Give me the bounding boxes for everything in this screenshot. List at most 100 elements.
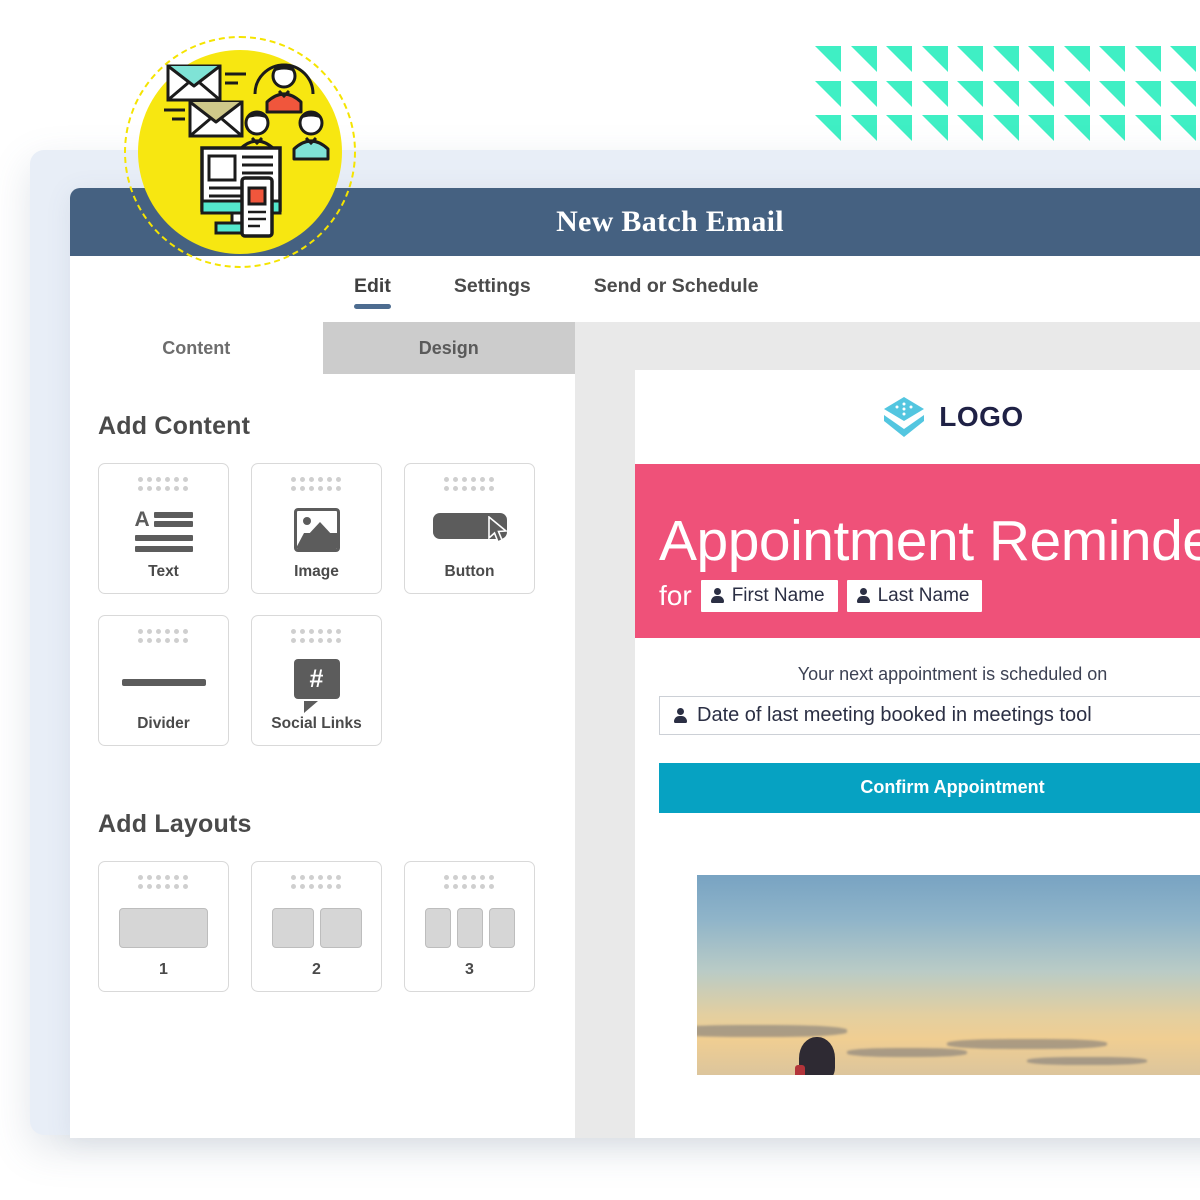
tab-edit[interactable]: Edit — [354, 275, 391, 309]
email-preview-pane: LOGO Appointment Reminder for First Name… — [575, 322, 1200, 1138]
appointment-line-text: Your next appointment is scheduled on — [797, 663, 1108, 684]
triangle-glyph — [1099, 80, 1125, 107]
layout-tile-1-label: 1 — [159, 961, 168, 978]
editor-body: Content Design Add Content A Text Image … — [70, 322, 1200, 1138]
content-tile-text-label: Text — [148, 563, 179, 580]
button-icon — [405, 497, 534, 563]
content-tile-row-1: A Text Image Button — [98, 463, 575, 594]
triangle-glyph — [957, 46, 983, 72]
triangle-glyph — [1099, 115, 1125, 142]
layout-tile-3-label: 3 — [465, 961, 474, 978]
layout-preview-2col — [271, 895, 362, 961]
content-tile-button[interactable]: Button — [404, 463, 535, 594]
content-tile-image-label: Image — [294, 563, 339, 580]
person-silhouette — [795, 1036, 835, 1075]
drag-handle-icon[interactable] — [290, 875, 343, 891]
triangle-glyph — [1028, 115, 1054, 142]
triangle-glyph — [850, 115, 877, 142]
content-tile-image[interactable]: Image — [251, 463, 382, 594]
email-appointment-block: Your next appointment is scheduled on Da… — [635, 638, 1200, 813]
subtab-design[interactable]: Design — [322, 322, 575, 374]
drag-handle-icon[interactable] — [443, 477, 496, 493]
triangle-glyph — [1170, 80, 1196, 107]
subtab-content[interactable]: Content — [70, 322, 323, 374]
triangle-glyph — [815, 46, 841, 72]
layout-preview-3col — [424, 895, 515, 961]
triangle-glyph — [1028, 80, 1054, 107]
triangle-glyph — [1170, 46, 1196, 72]
logo-text: LOGO — [939, 401, 1024, 432]
content-tile-button-label: Button — [444, 563, 495, 580]
triangle-glyph — [992, 46, 1019, 72]
triangle-glyph — [850, 46, 877, 72]
drag-handle-icon[interactable] — [137, 629, 190, 645]
sidebar-subtab-bar: Content Design — [70, 322, 575, 374]
triangle-glyph — [1063, 80, 1090, 107]
add-layouts-section: Add Layouts 1 2 3 — [98, 810, 575, 992]
person-icon — [710, 588, 724, 604]
personalization-token-meeting-date[interactable]: Date of last meeting booked in meetings … — [659, 695, 1200, 735]
triangle-glyph — [1170, 115, 1196, 142]
layout-tile-row: 1 2 3 — [98, 861, 575, 992]
page-title: New Batch Email — [556, 205, 784, 238]
email-hero-photo[interactable] — [697, 874, 1200, 1075]
triangle-glyph — [1028, 46, 1054, 72]
layout-tile-3[interactable]: 3 — [404, 861, 535, 992]
triangle-glyph — [1063, 115, 1090, 142]
email-hero-title: Appointment Reminder — [659, 509, 1200, 573]
social-links-icon: # — [252, 649, 381, 715]
triangle-glyph — [1134, 115, 1161, 142]
editor-sidebar: Content Design Add Content A Text Image … — [70, 322, 575, 1138]
content-tile-social-links[interactable]: # Social Links — [251, 615, 382, 746]
triangle-glyph — [886, 115, 912, 142]
person-icon — [674, 707, 687, 723]
drag-handle-icon[interactable] — [137, 875, 190, 891]
content-tile-divider[interactable]: Divider — [98, 615, 229, 746]
confirm-appointment-button[interactable]: Confirm Appointment — [659, 762, 1200, 813]
content-tile-social-label: Social Links — [271, 715, 362, 732]
email-logo-row: LOGO — [635, 370, 1200, 464]
triangle-glyph — [886, 80, 912, 107]
token-first-name-label: First Name — [731, 584, 825, 606]
content-tile-row-2: Divider # Social Links — [98, 615, 575, 746]
triangle-pattern-decoration — [815, 46, 1200, 150]
personalization-token-first-name[interactable]: First Name — [700, 579, 838, 612]
tab-send-or-schedule[interactable]: Send or Schedule — [594, 275, 759, 304]
layout-tile-1[interactable]: 1 — [98, 861, 229, 992]
layout-tile-2-label: 2 — [312, 961, 321, 978]
cursor-icon — [487, 516, 508, 544]
triangle-glyph — [850, 80, 877, 107]
drag-handle-icon[interactable] — [443, 875, 496, 891]
email-marketing-badge — [124, 36, 356, 268]
drag-handle-icon[interactable] — [290, 477, 343, 493]
image-icon — [252, 497, 381, 563]
tab-settings[interactable]: Settings — [454, 275, 531, 304]
email-hero-banner: Appointment Reminder for First Name Last… — [635, 464, 1200, 638]
text-icon: A — [99, 497, 228, 563]
logo-mark-icon — [884, 397, 925, 437]
triangle-glyph — [815, 80, 841, 107]
app-window: New Batch Email Edit Settings Send or Sc… — [70, 188, 1200, 1138]
layout-preview-1col — [119, 895, 208, 961]
triangle-glyph — [1134, 80, 1161, 107]
triangle-glyph — [921, 46, 948, 72]
personalization-token-last-name[interactable]: Last Name — [846, 579, 983, 612]
triangle-glyph — [1063, 46, 1090, 72]
add-content-heading: Add Content — [98, 412, 251, 440]
drag-handle-icon[interactable] — [137, 477, 190, 493]
meeting-date-token-label: Date of last meeting booked in meetings … — [697, 703, 1092, 726]
token-last-name-label: Last Name — [877, 584, 970, 606]
triangle-glyph — [815, 115, 841, 142]
email-canvas[interactable]: LOGO Appointment Reminder for First Name… — [635, 370, 1200, 1138]
email-hero-subline: for First Name Last Name — [659, 579, 1200, 612]
triangle-glyph — [886, 46, 912, 72]
content-tile-divider-label: Divider — [137, 715, 190, 732]
triangle-glyph — [921, 115, 948, 142]
layout-tile-2[interactable]: 2 — [251, 861, 382, 992]
triangle-glyph — [992, 80, 1019, 107]
content-tile-text[interactable]: A Text — [98, 463, 229, 594]
triangle-glyph — [957, 115, 983, 142]
triangle-glyph — [921, 80, 948, 107]
drag-handle-icon[interactable] — [290, 629, 343, 645]
badge-illustration-icon — [164, 63, 330, 238]
